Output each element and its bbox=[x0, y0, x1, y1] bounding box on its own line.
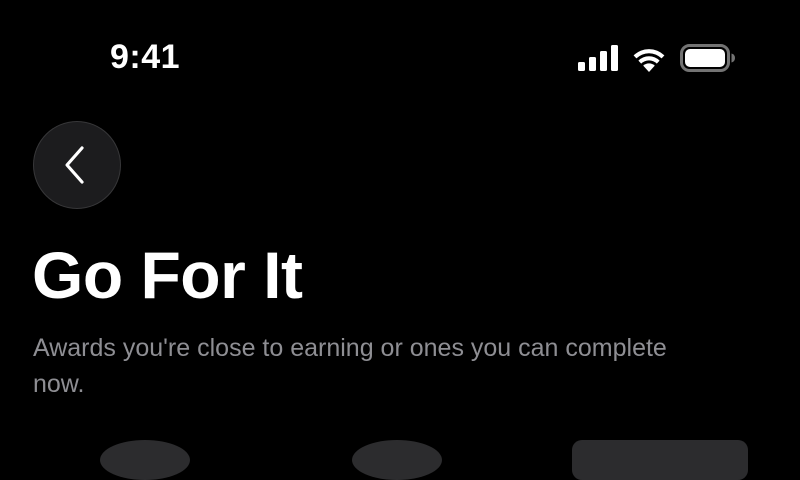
status-bar: 9:41 bbox=[0, 0, 800, 110]
wifi-icon bbox=[631, 45, 667, 72]
page-subtitle: Awards you're close to earning or ones y… bbox=[33, 334, 667, 398]
award-card-peek[interactable] bbox=[572, 440, 748, 480]
status-time: 9:41 bbox=[110, 38, 181, 76]
cellular-signal-icon bbox=[578, 45, 618, 71]
chevron-left-icon bbox=[65, 145, 88, 185]
status-icons bbox=[578, 44, 736, 72]
battery-icon bbox=[680, 44, 736, 72]
page-title: Go For It bbox=[32, 238, 303, 312]
award-card-peek[interactable] bbox=[352, 440, 442, 480]
back-button[interactable] bbox=[33, 121, 121, 209]
award-card-peek[interactable] bbox=[100, 440, 190, 480]
